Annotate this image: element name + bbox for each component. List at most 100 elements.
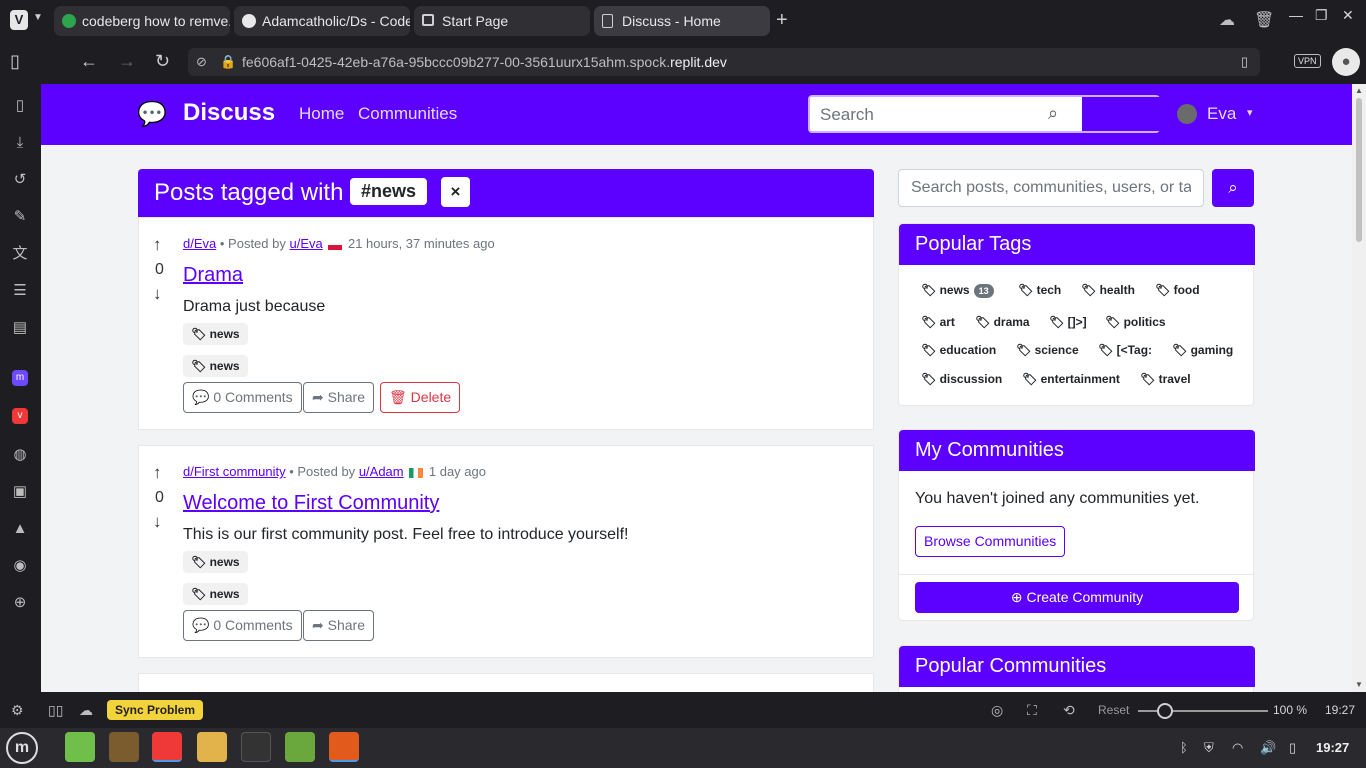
post-tag[interactable]: 🏷 news — [183, 583, 248, 605]
history-icon[interactable]: ↺ — [10, 170, 30, 190]
zoom-reset-button[interactable]: Reset — [1098, 703, 1129, 717]
post-title-link[interactable]: Welcome to First Community — [183, 492, 439, 515]
reload-icon[interactable]: ↻ — [155, 51, 170, 72]
chat-app-icon[interactable] — [65, 732, 95, 762]
author-link[interactable]: u/Eva — [289, 236, 322, 251]
wifi-icon[interactable]: ◠ — [1232, 740, 1243, 756]
settings-gear-icon[interactable]: ⚙ — [11, 702, 24, 719]
popular-tag[interactable]: 🏷 food — [1155, 283, 1200, 297]
zoom-slider-handle[interactable] — [1157, 703, 1173, 719]
panel-toggle-icon[interactable]: ▯ — [10, 51, 20, 72]
popular-tag[interactable]: 🏷 drama — [975, 315, 1030, 329]
search-icon[interactable]: ⌕ — [1048, 103, 1058, 124]
github-icon[interactable]: ◉ — [10, 556, 30, 576]
nav-search-button[interactable] — [1080, 97, 1160, 131]
vivaldi-icon[interactable]: v — [12, 408, 28, 424]
globe-icon[interactable]: ◍ — [10, 445, 30, 465]
post-tag[interactable]: 🏷 news — [183, 323, 248, 345]
user-menu[interactable]: Eva — [1207, 104, 1236, 124]
caret-down-icon[interactable]: ▾ — [1247, 106, 1253, 119]
battery-icon[interactable]: ▯ — [1289, 740, 1296, 756]
page-scrollbar[interactable]: ▲ ▼ — [1352, 84, 1366, 692]
search-icon[interactable]: ⌕ — [1212, 169, 1254, 207]
upvote-arrow-icon[interactable]: ↑ — [153, 235, 162, 255]
mint-menu-icon[interactable]: m — [6, 732, 38, 764]
vivaldi-menu-icon[interactable]: V — [10, 10, 28, 30]
delete-button[interactable]: 🗑 Delete — [380, 382, 461, 413]
author-link[interactable]: u/Adam — [359, 464, 404, 479]
scroll-up-arrow-icon[interactable]: ▲ — [1355, 86, 1363, 95]
sidebar-search-input[interactable] — [898, 169, 1204, 207]
comments-button[interactable]: 💬 0 Comments — [183, 610, 302, 641]
vivaldi-icon[interactable] — [152, 732, 182, 762]
post-tag[interactable]: 🏷 news — [183, 551, 248, 573]
user-avatar[interactable] — [1177, 104, 1197, 124]
site-security-icon[interactable]: ⊘ — [196, 54, 207, 70]
nav-communities-link[interactable]: Communities — [358, 104, 457, 124]
popular-tag[interactable]: 🏷 science — [1016, 343, 1079, 357]
browser-profile-icon[interactable]: ● — [1332, 48, 1360, 76]
community-link[interactable]: d/Eva — [183, 236, 216, 251]
trash-icon[interactable]: 🗑 — [1254, 10, 1274, 30]
post-title-link[interactable]: Drama — [183, 264, 243, 287]
page-actions-icon[interactable]: ⟲ — [1063, 702, 1075, 719]
add-panel-icon[interactable]: ⊕ — [10, 593, 30, 613]
minecraft-icon[interactable] — [109, 732, 139, 762]
comments-button[interactable]: 💬 0 Comments — [183, 382, 302, 413]
notes-icon[interactable]: ✎ — [10, 207, 30, 227]
clear-tag-button[interactable]: × — [441, 177, 470, 207]
mastodon-icon[interactable]: m — [12, 370, 28, 386]
close-icon[interactable]: ✕ — [1342, 7, 1354, 24]
taskbar-clock[interactable]: 19:27 — [1316, 740, 1349, 755]
cloud-icon[interactable]: ☁ — [1219, 10, 1235, 30]
sync-cloud-icon[interactable]: ☁ — [79, 702, 93, 719]
bookmark-icon[interactable]: ▯ — [1241, 54, 1248, 70]
share-button[interactable]: ➦ Share — [303, 382, 374, 413]
chevron-down-icon[interactable]: ▼ — [33, 12, 43, 23]
popular-tag[interactable]: 🏷 art — [921, 315, 955, 329]
popular-tag[interactable]: 🏷 discussion — [921, 372, 1002, 386]
tab-start-page[interactable]: Start Page — [414, 6, 590, 36]
downloads-icon[interactable]: ⤓ — [10, 133, 30, 153]
back-arrow-icon[interactable]: ← — [80, 51, 98, 72]
nav-home-link[interactable]: Home — [299, 104, 344, 124]
files-icon[interactable] — [197, 732, 227, 762]
shield-icon[interactable]: ⛨ — [1204, 740, 1214, 756]
translate-icon[interactable]: 文 — [10, 244, 30, 264]
popular-tag[interactable]: 🏷 []>] — [1049, 315, 1087, 329]
app-icon[interactable] — [329, 732, 359, 762]
popular-tag[interactable]: 🏷 tech — [1018, 283, 1061, 297]
tab-discuss-home[interactable]: Discuss - Home — [594, 6, 770, 36]
popular-tag[interactable]: 🏷 entertainment — [1022, 372, 1120, 386]
sync-problem-badge[interactable]: Sync Problem — [107, 700, 204, 720]
maximize-icon[interactable]: ❐ — [1315, 7, 1328, 24]
community-link[interactable]: d/First community — [183, 464, 286, 479]
game-icon[interactable] — [285, 732, 315, 762]
bluetooth-icon[interactable]: ᛒ — [1180, 740, 1188, 755]
popular-tag[interactable]: 🏷 gaming — [1172, 343, 1233, 357]
popular-tag[interactable]: 🏷 health — [1081, 283, 1135, 297]
arch-icon[interactable]: ▲ — [10, 519, 30, 539]
minimize-icon[interactable]: — — [1289, 7, 1303, 23]
scroll-down-arrow-icon[interactable]: ▼ — [1355, 680, 1363, 689]
bookmarks-icon[interactable]: ▯ — [10, 96, 30, 116]
upvote-arrow-icon[interactable]: ↑ — [153, 463, 162, 483]
site-brand[interactable]: Discuss — [183, 99, 275, 127]
terminal-icon[interactable] — [241, 732, 271, 762]
downvote-arrow-icon[interactable]: ↓ — [153, 512, 162, 532]
scrollbar-thumb[interactable] — [1356, 98, 1362, 242]
nav-search-input[interactable] — [820, 103, 1040, 127]
app-icon[interactable]: ▣ — [10, 482, 30, 502]
new-tab-icon[interactable]: + — [776, 9, 788, 32]
reading-list-icon[interactable]: ▤ — [10, 318, 30, 338]
popular-tag[interactable]: 🏷 travel — [1140, 372, 1191, 386]
window-icon[interactable]: ☰ — [10, 281, 30, 301]
popular-tag[interactable]: 🏷 education — [921, 343, 996, 357]
popular-tag[interactable]: 🏷 news 13 — [921, 283, 994, 298]
tab-codeberg-search[interactable]: codeberg how to remve... — [54, 6, 230, 36]
tiling-icon[interactable]: ▯▯ — [48, 702, 63, 719]
browse-communities-button[interactable]: Browse Communities — [915, 526, 1066, 557]
share-button[interactable]: ➦ Share — [303, 610, 374, 641]
page-tiling-icon[interactable]: ⛶ — [1027, 702, 1037, 719]
forward-arrow-icon[interactable]: → — [118, 51, 136, 72]
